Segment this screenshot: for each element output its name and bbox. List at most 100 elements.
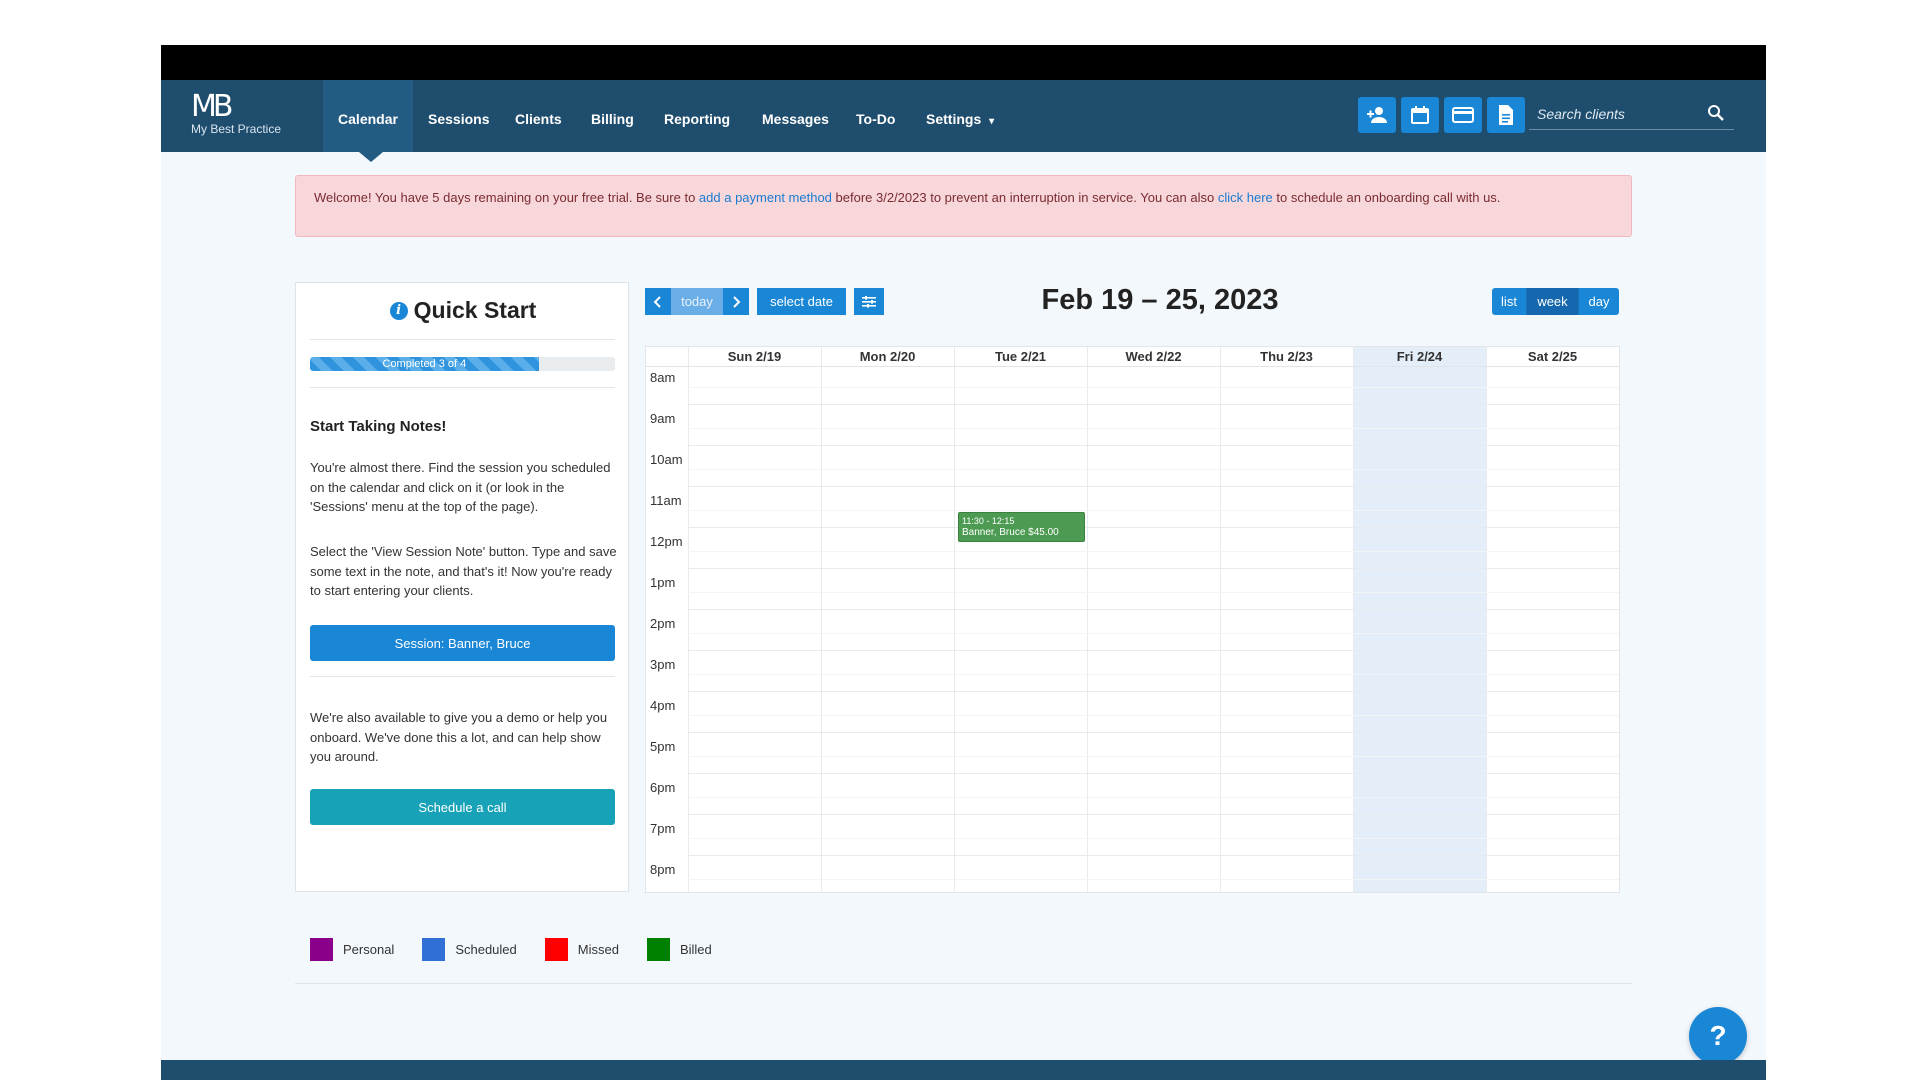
- nav-calendar[interactable]: Calendar: [323, 80, 413, 162]
- billing-button[interactable]: [1444, 97, 1482, 133]
- alert-text-1: Welcome! You have 5 days remaining on yo…: [314, 190, 699, 205]
- status-legend: Personal Scheduled Missed Billed: [310, 937, 740, 961]
- browser-top-bar: [161, 45, 1766, 80]
- day-header: Mon 2/20: [859, 349, 916, 364]
- legend-item-scheduled: Scheduled: [422, 937, 517, 961]
- hour-line: [688, 650, 1619, 651]
- nav-todo[interactable]: To-Do: [856, 80, 895, 152]
- half-hour-line: [688, 592, 1619, 593]
- add-client-button[interactable]: [1358, 97, 1396, 133]
- alert-text-3: to schedule an onboarding call with us.: [1272, 190, 1501, 205]
- time-label: 4pm: [650, 698, 676, 713]
- calendar-button[interactable]: [1401, 97, 1439, 133]
- half-hour-line: [688, 510, 1619, 511]
- time-label: 6pm: [650, 780, 676, 795]
- view-week-button[interactable]: week: [1527, 288, 1579, 315]
- time-label: 11am: [650, 493, 682, 508]
- help-button[interactable]: ?: [1689, 1007, 1747, 1065]
- time-label: 10am: [650, 452, 683, 467]
- trial-alert: Welcome! You have 5 days remaining on yo…: [295, 175, 1632, 237]
- nav-sessions[interactable]: Sessions: [428, 80, 489, 152]
- half-hour-line: [688, 469, 1619, 470]
- today-button[interactable]: today: [671, 288, 723, 315]
- quick-start-title: i Quick Start: [296, 297, 630, 324]
- nav-billing[interactable]: Billing: [591, 80, 634, 152]
- logo[interactable]: MB My Best Practice: [191, 92, 301, 142]
- search-box: [1529, 98, 1734, 130]
- hour-line: [688, 855, 1619, 856]
- session-button[interactable]: Session: Banner, Bruce: [310, 625, 615, 661]
- view-list-button[interactable]: list: [1492, 288, 1527, 315]
- legend-swatch: [310, 937, 333, 961]
- calendar-title: Feb 19 – 25, 2023: [1041, 284, 1279, 316]
- quick-start-paragraph-2: Select the 'View Session Note' button. T…: [310, 544, 617, 598]
- hour-line: [688, 609, 1619, 610]
- half-hour-line: [688, 633, 1619, 634]
- logo-name: My Best Practice: [191, 122, 282, 136]
- day-header: Sat 2/25: [1527, 349, 1578, 364]
- logo-mark: MB: [191, 89, 233, 124]
- progress-fill: Completed 3 of 4: [310, 357, 539, 371]
- time-label: 12pm: [650, 534, 683, 549]
- view-switcher: list week day: [1492, 288, 1619, 315]
- half-hour-line: [688, 797, 1619, 798]
- quick-start-paragraph-1: You're almost there. Find the session yo…: [310, 460, 611, 514]
- progress-bar: Completed 3 of 4: [310, 357, 615, 371]
- time-label: 9am: [650, 411, 676, 426]
- chevron-left-icon: [653, 295, 661, 308]
- nav-clients[interactable]: Clients: [515, 80, 562, 152]
- day-header: Sun 2/19: [727, 349, 782, 364]
- hour-line: [688, 691, 1619, 692]
- hour-line: [688, 486, 1619, 487]
- chevron-down-icon: ▾: [989, 116, 995, 127]
- search-input[interactable]: [1537, 102, 1697, 126]
- legend-label: Scheduled: [455, 941, 517, 957]
- hour-line: [688, 814, 1619, 815]
- calendar-day-header: Sun 2/19 Mon 2/20 Tue 2/21 Wed 2/22 Thu …: [646, 347, 1619, 367]
- prev-week-button[interactable]: [645, 288, 671, 315]
- nav-reporting[interactable]: Reporting: [664, 80, 730, 152]
- alert-text-2: before 3/2/2023 to prevent an interrupti…: [831, 190, 1218, 205]
- legend-item-missed: Missed: [544, 937, 619, 961]
- divider: [310, 676, 615, 677]
- nav-calendar-label: Calendar: [338, 111, 398, 127]
- half-hour-line: [688, 838, 1619, 839]
- schedule-call-button[interactable]: Schedule a call: [310, 789, 615, 825]
- quick-start-title-text: Quick Start: [413, 297, 537, 323]
- half-hour-line: [688, 756, 1619, 757]
- quick-start-panel: i Quick Start Completed 3 of 4 Start Taki…: [295, 282, 629, 892]
- add-payment-method-link[interactable]: add a payment method: [699, 190, 832, 205]
- nav-settings-label: Settings: [926, 111, 982, 127]
- day-header: Wed 2/22: [1125, 349, 1182, 364]
- document-button[interactable]: [1487, 97, 1525, 133]
- legend-label: Billed: [679, 941, 712, 957]
- legend-label: Missed: [577, 941, 619, 957]
- onboarding-click-here-link[interactable]: click here: [1218, 190, 1273, 205]
- half-hour-line: [688, 715, 1619, 716]
- next-week-button[interactable]: [723, 288, 749, 315]
- view-day-button[interactable]: day: [1579, 288, 1619, 315]
- document-icon: [1499, 105, 1513, 125]
- hour-line: [688, 773, 1619, 774]
- half-hour-line: [688, 879, 1619, 880]
- filter-button[interactable]: [854, 288, 884, 315]
- time-label: 5pm: [650, 739, 676, 754]
- select-date-button[interactable]: select date: [757, 288, 846, 315]
- legend-swatch: [422, 937, 446, 961]
- day-header: Tue 2/21: [994, 349, 1047, 364]
- half-hour-line: [688, 551, 1619, 552]
- legend-swatch: [544, 937, 568, 961]
- quick-start-heading: Start Taking Notes!: [310, 418, 447, 435]
- calendar-toolbar: today select date Feb 19 – 25, 2023 list…: [645, 282, 1620, 322]
- event-title: Banner, Bruce $45.00: [962, 527, 1059, 538]
- nav-settings[interactable]: Settings ▾: [926, 80, 994, 152]
- time-label: 2pm: [650, 616, 676, 631]
- calendar-event[interactable]: 11:30 - 12:15 Banner, Bruce $45.00: [958, 512, 1085, 542]
- hour-line: [688, 568, 1619, 569]
- nav-messages[interactable]: Messages: [762, 80, 829, 152]
- hour-line: [688, 404, 1619, 405]
- day-header: Fri 2/24: [1396, 349, 1443, 364]
- search-icon[interactable]: [1707, 104, 1725, 122]
- time-label: 8pm: [650, 862, 676, 877]
- half-hour-line: [688, 674, 1619, 675]
